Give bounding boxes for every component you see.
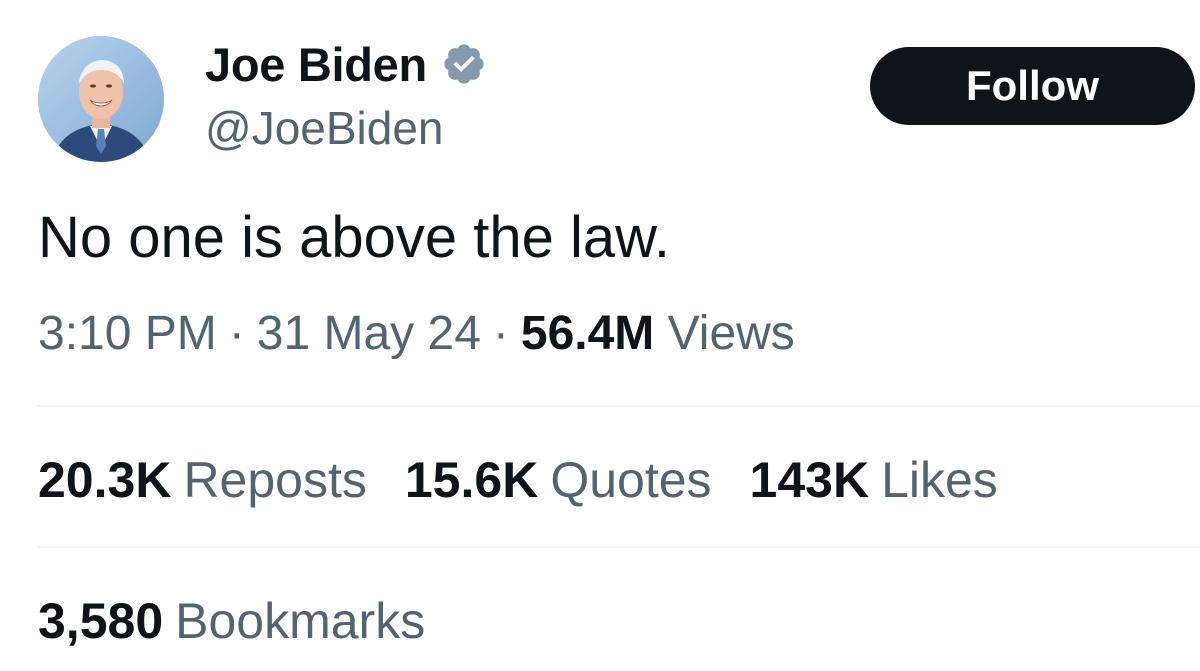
views-count: 56.4M [520, 307, 655, 360]
meta-separator: · [228, 307, 245, 360]
meta-separator: · [492, 307, 509, 360]
bookmarks-stat[interactable]: 3,580 Bookmarks [38, 588, 425, 654]
bookmarks-count: 3,580 [38, 593, 164, 649]
reposts-label: Reposts [183, 452, 367, 508]
author-name-row: Joe Biden [205, 36, 487, 92]
author-handle[interactable]: @JoeBiden [205, 101, 444, 155]
quotes-stat[interactable]: 15.6K Quotes [405, 447, 712, 513]
likes-count: 143K [749, 452, 870, 508]
tweet-date[interactable]: 31 May 24 [257, 307, 481, 360]
likes-label: Likes [881, 452, 998, 508]
author-display-name[interactable]: Joe Biden [205, 37, 427, 92]
verified-badge-icon[interactable] [441, 41, 487, 87]
tweet-detail: Joe Biden @JoeBiden Follow No one is abo… [0, 0, 1200, 671]
engagement-stats: 20.3K Reposts 15.6K Quotes 143K Likes [38, 447, 1036, 513]
avatar[interactable] [38, 36, 164, 162]
divider [38, 546, 1200, 548]
reposts-stat[interactable]: 20.3K Reposts [38, 447, 367, 513]
quotes-label: Quotes [550, 452, 712, 508]
reposts-count: 20.3K [38, 452, 172, 508]
likes-stat[interactable]: 143K Likes [750, 447, 998, 513]
divider [38, 405, 1200, 407]
bookmarks-label: Bookmarks [175, 593, 426, 649]
follow-button[interactable]: Follow [870, 47, 1195, 125]
quotes-count: 15.6K [404, 452, 539, 508]
tweet-meta: 3:10 PM · 31 May 24 · 56.4M Views [38, 302, 795, 366]
tweet-text: No one is above the law. [38, 205, 670, 270]
profile-photo-icon [38, 36, 164, 162]
tweet-time[interactable]: 3:10 PM [38, 307, 217, 360]
views-label: Views [667, 307, 795, 360]
